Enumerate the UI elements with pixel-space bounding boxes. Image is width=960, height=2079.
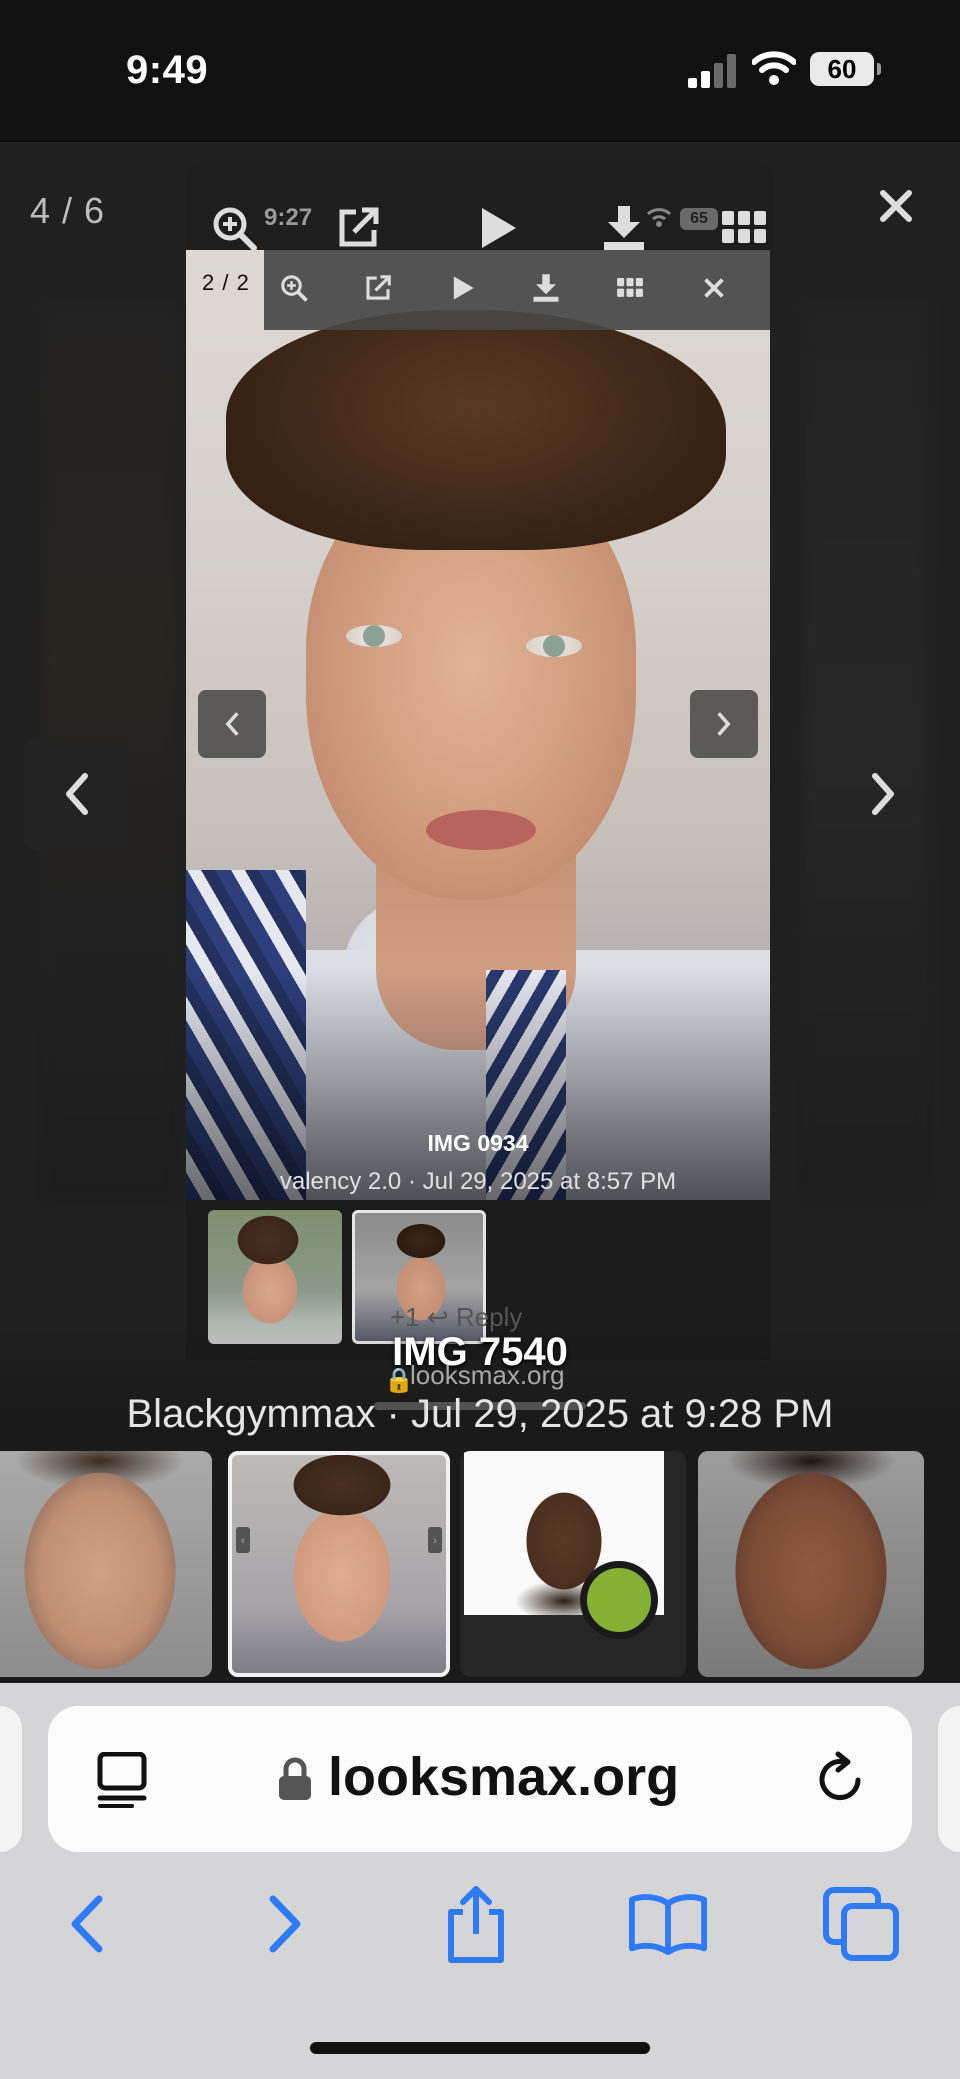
battery-indicator: 60	[810, 52, 881, 86]
forward-button[interactable]	[246, 1884, 326, 1964]
ghost-battery: 65	[680, 208, 718, 230]
reload-icon[interactable]	[812, 1750, 870, 1808]
thumbnail[interactable]	[0, 1451, 212, 1677]
inner-toolbar	[264, 250, 770, 330]
forward-icon	[269, 1895, 301, 1953]
close-viewer-button[interactable]	[868, 178, 924, 234]
external-link-icon	[366, 275, 391, 300]
tabs-button[interactable]	[822, 1884, 902, 1964]
share-button[interactable]	[436, 1884, 516, 1964]
open-new-window-button[interactable]	[330, 200, 386, 256]
back-icon	[71, 1895, 103, 1953]
thumbnail-active[interactable]: ‹ ›	[228, 1451, 450, 1677]
zoom-in-icon	[281, 275, 308, 302]
share-icon	[448, 1886, 504, 1963]
inner-previous-button[interactable]	[198, 690, 266, 758]
previous-tab-edge[interactable]	[0, 1706, 22, 1852]
inner-zoom-button[interactable]	[276, 270, 312, 306]
ghost-wifi-icon	[646, 208, 672, 227]
bookmarks-button[interactable]	[628, 1884, 708, 1964]
wifi-icon	[752, 51, 796, 85]
ghost-domain-text: looksmax.org	[410, 1360, 565, 1390]
zoom-button[interactable]	[206, 200, 262, 256]
chevron-right-icon	[872, 773, 894, 815]
inner-grid-button[interactable]	[612, 270, 648, 306]
download-icon	[533, 274, 559, 302]
play-icon	[482, 208, 516, 248]
cellular-signal-icon	[688, 54, 736, 88]
url-text[interactable]: looksmax.org	[328, 1746, 679, 1808]
inner-image-counter: 2 / 2	[202, 270, 250, 295]
inner-play-button[interactable]	[444, 270, 480, 306]
current-image[interactable]: 2 / 2 IMG 0934 valency 2.0 · Jul 29, 202…	[186, 250, 770, 1200]
zoom-in-icon	[213, 207, 257, 251]
close-icon	[880, 190, 912, 222]
reader-icon[interactable]	[96, 1752, 148, 1808]
lightbox-viewer: 4 / 6 9:27 65 2 / 2 IMG 0934 valency 2.0…	[0, 142, 960, 1582]
chevron-left-icon	[66, 773, 88, 815]
chevron-left-icon: ‹	[236, 1527, 250, 1553]
photo-eye-right	[526, 635, 582, 657]
thumbnail[interactable]	[460, 1451, 686, 1677]
inner-next-button[interactable]	[690, 690, 758, 758]
thumbnail-strip: ‹ ›	[0, 1447, 960, 1683]
online-status-dot	[580, 1561, 658, 1639]
tabs-icon	[823, 1887, 899, 1961]
inner-download-button[interactable]	[528, 270, 564, 306]
photo-eye-left	[346, 625, 402, 647]
chevron-right-icon: ›	[428, 1527, 442, 1553]
download-icon	[604, 206, 644, 250]
image-counter: 4 / 6	[30, 190, 106, 231]
inner-external-button[interactable]	[360, 270, 396, 306]
external-link-icon	[339, 207, 379, 247]
chevron-left-icon	[225, 712, 239, 736]
back-button[interactable]	[46, 1884, 126, 1964]
thumbnail[interactable]	[698, 1451, 924, 1677]
close-icon	[704, 278, 724, 298]
previous-image-button[interactable]	[24, 738, 128, 850]
photo-hair	[226, 310, 726, 550]
thumbnails-toggle-button[interactable]	[716, 200, 772, 256]
inner-image-title: IMG 0934	[427, 1130, 529, 1156]
inner-image-meta: valency 2.0 · Jul 29, 2025 at 8:57 PM	[279, 1168, 677, 1195]
download-button[interactable]	[596, 200, 652, 256]
play-icon	[453, 276, 474, 300]
inner-close-button[interactable]	[696, 270, 732, 306]
caption-shade	[186, 970, 770, 1200]
image-meta: Blackgymmax · Jul 29, 2025 at 9:28 PM	[126, 1392, 834, 1436]
grid-icon	[617, 278, 643, 297]
next-tab-edge[interactable]	[938, 1706, 960, 1852]
lock-icon	[279, 1757, 311, 1800]
chevron-right-icon	[717, 712, 731, 736]
slideshow-play-button[interactable]	[468, 200, 524, 256]
ghost-time-text: 9:27	[264, 204, 313, 231]
portrait-photo	[186, 250, 770, 1200]
bookmarks-icon	[628, 1894, 708, 1955]
photo-lips	[426, 810, 536, 850]
grid-icon	[722, 211, 766, 243]
next-image-button[interactable]	[832, 738, 936, 850]
home-indicator	[310, 2042, 650, 2054]
status-time: 9:49	[126, 48, 209, 92]
